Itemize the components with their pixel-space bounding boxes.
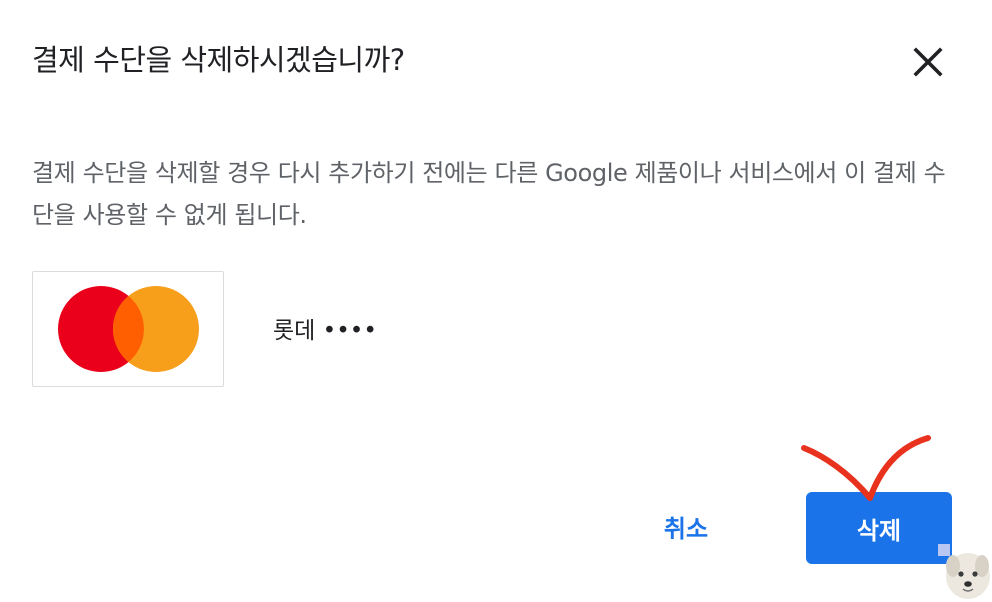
payment-card-label: 롯데 •••• [273, 318, 377, 344]
close-button[interactable] [906, 40, 950, 84]
dialog-description: 결제 수단을 삭제할 경우 다시 추가하기 전에는 다른 Google 제품이나… [32, 159, 946, 229]
close-icon [913, 47, 943, 77]
delete-button[interactable]: 삭제 [806, 492, 952, 564]
dog-avatar-icon [938, 544, 990, 599]
mastercard-logo [58, 286, 199, 372]
dialog-title: 결제 수단을 삭제하시겠습니까? [32, 43, 405, 77]
delete-payment-dialog: 결제 수단을 삭제하시겠습니까? 결제 수단을 삭제할 경우 다시 추가하기 전… [0, 0, 992, 602]
payment-card-image [32, 271, 224, 387]
cancel-button[interactable]: 취소 [638, 498, 734, 554]
